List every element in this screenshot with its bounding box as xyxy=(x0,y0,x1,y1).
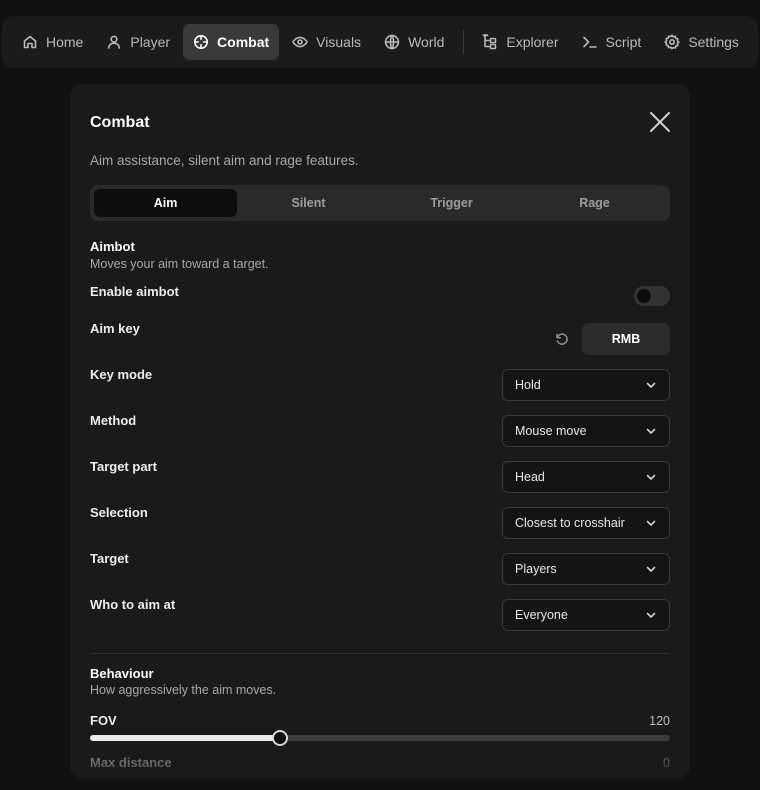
select-value: Closest to crosshair xyxy=(515,516,625,530)
toggle-knob xyxy=(637,289,651,303)
tab-silent[interactable]: Silent xyxy=(237,189,380,217)
chevron-down-icon xyxy=(646,382,656,388)
target-select[interactable]: Players xyxy=(502,553,670,585)
tab-bar: Aim Silent Trigger Rage xyxy=(90,185,670,221)
nav-item-world[interactable]: World xyxy=(374,24,454,60)
who-to-aim-select[interactable]: Everyone xyxy=(502,599,670,631)
key-mode-select[interactable]: Hold xyxy=(502,369,670,401)
selection-select[interactable]: Closest to crosshair xyxy=(502,507,670,539)
user-icon xyxy=(108,35,121,49)
combat-panel: Combat Aim assistance, silent aim and ra… xyxy=(70,84,690,778)
panel-description: Aim assistance, silent aim and rage feat… xyxy=(90,153,359,168)
top-nav: Home Player Combat Visuals World Explore… xyxy=(2,16,758,68)
tab-rage[interactable]: Rage xyxy=(523,189,666,217)
section-title-behaviour: Behaviour xyxy=(90,666,154,681)
chevron-down-icon xyxy=(646,520,656,526)
nav-item-label: Combat xyxy=(217,34,270,50)
nav-item-label: Player xyxy=(130,34,171,50)
fov-value: 120 xyxy=(649,714,670,728)
select-value: Everyone xyxy=(515,608,568,622)
enable-aimbot-toggle[interactable] xyxy=(634,286,670,306)
home-icon xyxy=(23,35,37,49)
select-value: Hold xyxy=(515,378,541,392)
fov-slider-fill xyxy=(90,735,281,741)
target-label: Target xyxy=(90,551,129,566)
chevron-down-icon xyxy=(646,428,656,434)
who-to-aim-label: Who to aim at xyxy=(90,597,176,612)
reset-icon xyxy=(556,333,568,345)
target-part-select[interactable]: Head xyxy=(502,461,670,493)
terminal-icon xyxy=(582,36,597,48)
nav-item-label: Script xyxy=(605,34,642,50)
aim-key-button[interactable]: RMB xyxy=(582,323,670,355)
nav-item-label: Visuals xyxy=(316,34,362,50)
nav-item-label: Home xyxy=(46,34,84,50)
fov-slider[interactable] xyxy=(90,730,670,746)
close-button[interactable] xyxy=(648,110,672,134)
key-mode-label: Key mode xyxy=(90,367,153,382)
nav-item-home[interactable]: Home xyxy=(12,24,93,60)
nav-item-combat[interactable]: Combat xyxy=(183,24,280,60)
panel-title: Combat xyxy=(90,114,150,131)
nav-item-player[interactable]: Player xyxy=(96,24,180,60)
reset-key-button[interactable] xyxy=(554,331,570,347)
max-distance-label: Max distance xyxy=(90,755,172,770)
enable-aimbot-label: Enable aimbot xyxy=(90,284,179,299)
gear-icon xyxy=(664,34,681,50)
close-icon xyxy=(650,112,670,132)
tab-trigger[interactable]: Trigger xyxy=(380,189,523,217)
chevron-down-icon xyxy=(646,566,656,572)
tree-icon xyxy=(483,34,497,50)
section-title-aimbot: Aimbot xyxy=(90,239,135,254)
nav-item-label: World xyxy=(408,34,445,50)
section-subtitle-behaviour: How aggressively the aim moves. xyxy=(90,683,277,697)
nav-item-explorer[interactable]: Explorer xyxy=(472,24,568,60)
aim-key-label: Aim key xyxy=(90,321,140,336)
nav-separator xyxy=(463,30,465,54)
nav-item-label: Explorer xyxy=(506,34,559,50)
fov-slider-thumb[interactable] xyxy=(272,730,289,746)
method-select[interactable]: Mouse move xyxy=(502,415,670,447)
section-divider xyxy=(90,653,670,654)
selection-label: Selection xyxy=(90,505,148,520)
nav-item-visuals[interactable]: Visuals xyxy=(282,24,371,60)
chevron-down-icon xyxy=(646,474,656,480)
globe-icon xyxy=(384,34,400,50)
nav-item-label: Settings xyxy=(688,34,739,50)
section-subtitle-aimbot: Moves your aim toward a target. xyxy=(90,257,269,271)
select-value: Players xyxy=(515,562,557,576)
method-label: Method xyxy=(90,413,137,428)
target-part-label: Target part xyxy=(90,459,157,474)
chevron-down-icon xyxy=(646,612,656,618)
nav-item-settings[interactable]: Settings xyxy=(654,24,749,60)
select-value: Head xyxy=(515,470,545,484)
nav-item-script[interactable]: Script xyxy=(572,24,652,60)
max-distance-value: 0 xyxy=(663,756,670,770)
tab-aim[interactable]: Aim xyxy=(94,189,237,217)
fov-label: FOV xyxy=(90,713,117,728)
eye-icon xyxy=(292,36,308,48)
select-value: Mouse move xyxy=(515,424,587,438)
crosshair-icon xyxy=(194,35,209,49)
